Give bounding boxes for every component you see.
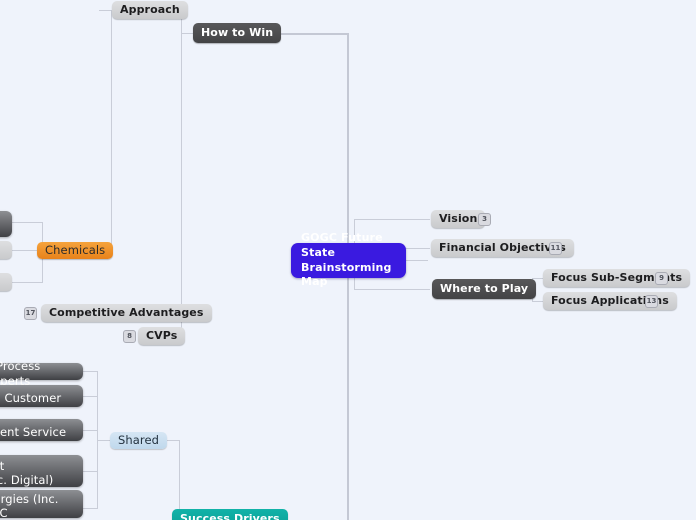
badge-cvps: 8 — [123, 330, 136, 343]
node-clipped-shared-child-2-label: nd Customer — [0, 390, 62, 405]
node-clipped-chemicals-child-1[interactable] — [0, 211, 12, 237]
node-cvps[interactable]: CVPs — [138, 327, 186, 345]
root-node[interactable]: GOGC Future State Brainstorming Map — [291, 231, 406, 288]
node-focus-sub-segments[interactable]: Focus Sub-Segments — [543, 269, 691, 287]
badge-financial-objectives: 11 — [549, 242, 562, 255]
connector-shared-down — [179, 440, 180, 518]
node-chemicals[interactable]: Chemicals — [37, 242, 114, 259]
connector-vision — [354, 219, 430, 220]
node-clipped-shared-child-3-label: istent Service — [0, 424, 67, 439]
node-vision-label: Vision — [439, 212, 478, 226]
connector-chemical-child-1 — [12, 222, 43, 223]
connector-shared-child-5 — [83, 508, 98, 509]
connector-shared-child-3 — [83, 430, 98, 431]
node-clipped-shared-child-1-label: s/Process Experts — [0, 359, 41, 388]
node-clipped-chemicals-child-3[interactable]: ps — [0, 273, 12, 291]
node-success-drivers-label: Success Drivers — [180, 512, 280, 520]
mindmap-canvas: GOGC Future State Brainstorming Map How … — [0, 0, 696, 520]
badge-focus-sub-segments-count: 9 — [659, 274, 664, 282]
badge-cvps-count: 8 — [127, 332, 132, 340]
badge-competitive-advantages: 17 — [24, 307, 37, 320]
node-chemicals-label: Chemicals — [45, 243, 106, 258]
node-competitive-advantages-label: Competitive Advantages — [49, 306, 204, 320]
connector-root-right — [406, 260, 428, 261]
connector-how-to-win-stub — [181, 33, 193, 34]
connector-shared-child-2 — [83, 396, 98, 397]
connector-how-to-win-spine — [181, 10, 182, 337]
connector-chemical-child-3 — [12, 282, 43, 283]
node-how-to-win-label: How to Win — [201, 26, 274, 40]
connector-shared-left — [97, 440, 111, 441]
node-how-to-win[interactable]: How to Win — [193, 23, 282, 43]
node-clipped-chemicals-child-2[interactable]: ed — [0, 241, 12, 259]
node-competitive-advantages[interactable]: Competitive Advantages — [41, 304, 212, 322]
node-shared-label: Shared — [118, 433, 160, 448]
root-node-label-line1: GOGC Future State — [301, 230, 383, 259]
root-node-label-line2: Brainstorming Map — [301, 260, 392, 289]
badge-focus-sub-segments: 9 — [655, 272, 668, 285]
node-clipped-shared-child-5[interactable]: nergies (Inc. MIC — [0, 490, 83, 520]
badge-vision: 3 — [478, 213, 491, 226]
badge-competitive-advantages-count: 17 — [25, 309, 36, 317]
node-clipped-shared-child-4-label2: Inc. Digital) — [0, 473, 54, 488]
connector-focus-applications — [532, 301, 543, 302]
node-cvps-label: CVPs — [146, 329, 178, 343]
node-clipped-shared-child-3[interactable]: istent Service — [0, 419, 83, 441]
node-where-to-play-label: Where to Play — [440, 282, 529, 296]
node-approach[interactable]: Approach — [112, 1, 188, 19]
badge-financial-objectives-count: 11 — [550, 244, 561, 252]
node-clipped-shared-child-5-label: nergies (Inc. MIC — [0, 491, 59, 520]
node-financial-objectives-label: Financial Objectives — [439, 241, 566, 255]
connector-shared-child-4 — [83, 471, 98, 472]
node-shared[interactable]: Shared — [110, 432, 168, 449]
badge-focus-applications-count: 13 — [646, 297, 657, 305]
node-clipped-shared-child-1[interactable]: s/Process Experts — [0, 359, 83, 388]
connector-shared-children-spine — [97, 371, 98, 508]
connector-approach-spine — [111, 10, 112, 250]
node-success-drivers[interactable]: Success Drivers — [172, 509, 288, 520]
badge-focus-applications: 13 — [645, 295, 658, 308]
node-where-to-play[interactable]: Where to Play — [432, 279, 537, 299]
node-clipped-shared-child-4[interactable]: uct Inc. Digital) — [0, 455, 83, 487]
connector-shared-child-1 — [83, 371, 98, 372]
node-clipped-shared-child-4-label: uct — [0, 459, 5, 473]
node-approach-label: Approach — [120, 3, 180, 17]
node-clipped-shared-child-2[interactable]: nd Customer — [0, 385, 83, 407]
connector-approach-left-stub — [99, 10, 112, 11]
badge-vision-count: 3 — [482, 215, 487, 223]
